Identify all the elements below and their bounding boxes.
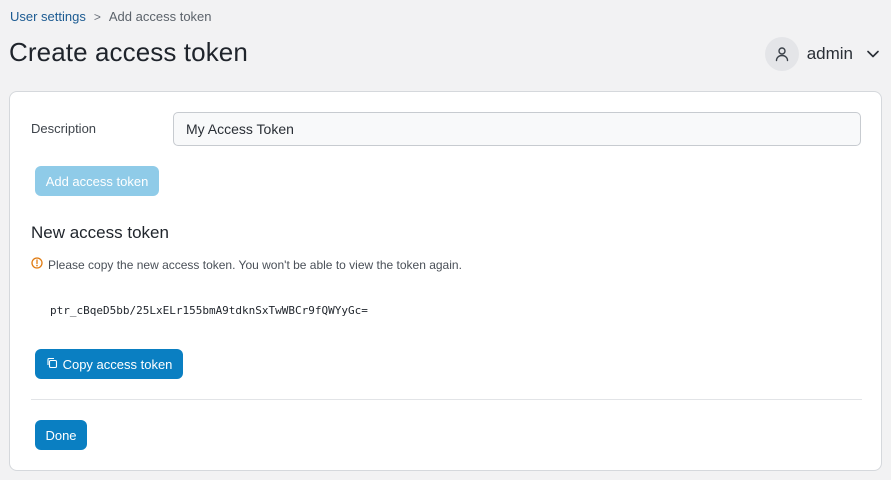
description-input[interactable] — [173, 112, 861, 146]
breadcrumb-user-settings-link[interactable]: User settings — [10, 9, 86, 24]
add-access-token-button[interactable]: Add access token — [35, 166, 159, 196]
copy-access-token-button[interactable]: Copy access token — [35, 349, 183, 379]
done-button[interactable]: Done — [35, 420, 87, 450]
page-title: Create access token — [9, 37, 248, 67]
warning-icon — [31, 257, 43, 272]
copy-button-label: Copy access token — [62, 356, 173, 372]
token-card: Description Add access token New access … — [9, 91, 882, 471]
new-token-heading: New access token — [31, 223, 169, 242]
divider — [31, 399, 862, 400]
access-token-value: ptr_cBqeD5bb/25LxELr155bmA9tdknSxTwWBCr9… — [50, 304, 368, 317]
breadcrumb: User settings > Add access token — [10, 9, 212, 24]
warning-text: Please copy the new access token. You wo… — [48, 257, 462, 272]
breadcrumb-current: Add access token — [108, 9, 212, 24]
username: admin — [806, 44, 853, 63]
breadcrumb-separator: > — [93, 9, 101, 24]
warning-message: Please copy the new access token. You wo… — [31, 257, 462, 272]
user-icon — [764, 37, 799, 71]
description-label: Description — [31, 121, 97, 136]
chevron-down-icon — [867, 50, 879, 58]
copy-icon — [46, 357, 58, 372]
user-menu[interactable]: admin — [764, 37, 879, 71]
